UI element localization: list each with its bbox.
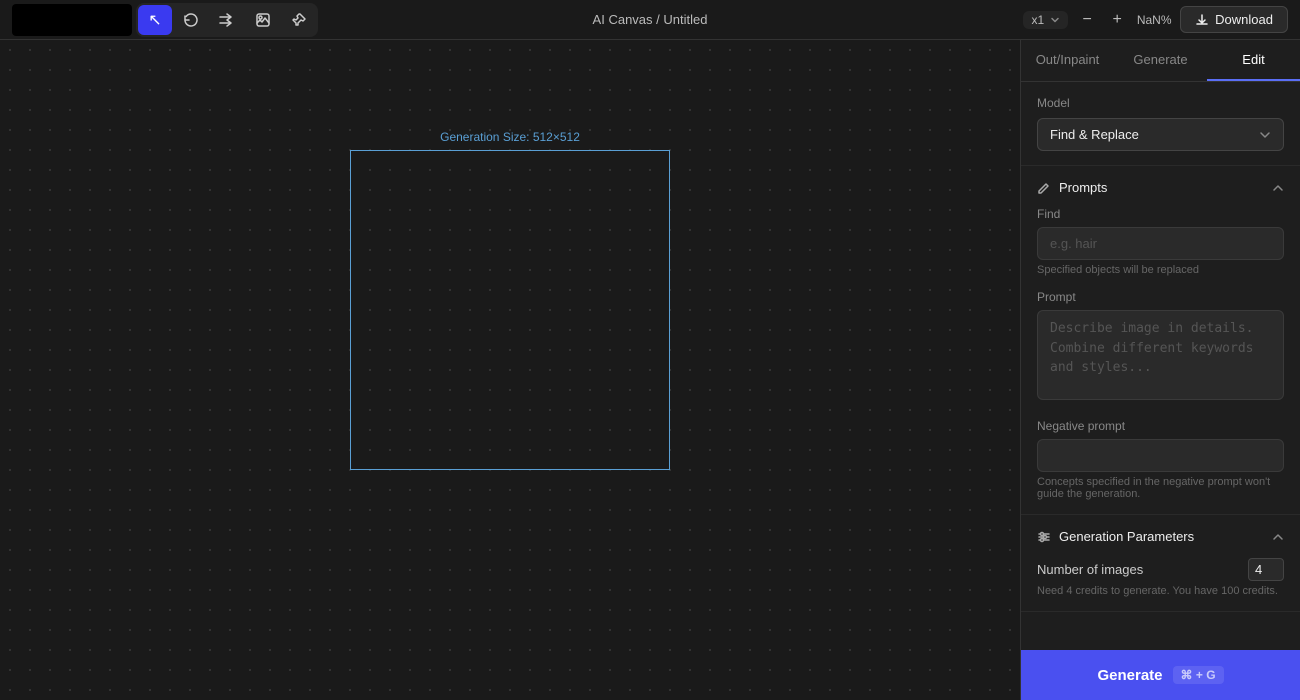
canvas-title: AI Canvas / Untitled xyxy=(593,12,708,27)
image-tool-button[interactable] xyxy=(246,5,280,35)
gen-params-chevron-icon[interactable] xyxy=(1272,531,1284,543)
zoom-level-label: x1 xyxy=(1031,13,1044,27)
prompts-label: Prompts xyxy=(1059,180,1107,195)
tab-generate[interactable]: Generate xyxy=(1114,40,1207,81)
logo xyxy=(12,4,132,36)
shuffle-tool-button[interactable] xyxy=(210,5,244,35)
zoom-in-button[interactable]: + xyxy=(1106,9,1128,31)
credits-hint: Need 4 credits to generate. You have 100… xyxy=(1037,585,1284,597)
generate-label: Generate xyxy=(1097,667,1162,684)
num-images-input[interactable] xyxy=(1248,558,1284,581)
panel-spacer xyxy=(1021,612,1300,650)
download-icon xyxy=(1195,13,1209,27)
tool-group: ↖ xyxy=(136,3,318,37)
find-label: Find xyxy=(1037,207,1284,221)
prompts-header: Prompts xyxy=(1037,180,1284,195)
generation-params-label: Generation Parameters xyxy=(1059,529,1194,544)
main: Generation Size: 512×512 Out/Inpaint Gen… xyxy=(0,40,1300,700)
negative-prompt-field-group: Negative prompt Disfigured, cartoon, blu… xyxy=(1037,419,1284,500)
generation-size-label: Generation Size: 512×512 xyxy=(440,130,580,144)
find-input[interactable] xyxy=(1037,227,1284,260)
generation-params-left: Generation Parameters xyxy=(1037,529,1194,544)
num-images-container: Number of images Need 4 credits to gener… xyxy=(1037,558,1284,597)
zoom-out-button[interactable]: − xyxy=(1076,9,1098,31)
prompt-field-group: Prompt xyxy=(1037,290,1284,405)
tab-edit[interactable]: Edit xyxy=(1207,40,1300,81)
topbar-right: x1 − + NaN% Download xyxy=(1023,6,1288,33)
generation-params-section: Generation Parameters Number of images N… xyxy=(1021,515,1300,612)
prompts-chevron-icon[interactable] xyxy=(1272,182,1284,194)
prompt-textarea[interactable] xyxy=(1037,310,1284,400)
zoom-percentage: NaN% xyxy=(1136,13,1172,27)
pin-tool-button[interactable] xyxy=(282,5,316,35)
prompts-header-left: Prompts xyxy=(1037,180,1107,195)
generation-box xyxy=(350,150,670,470)
num-images-row: Number of images xyxy=(1037,558,1284,581)
topbar-left: ↖ xyxy=(12,3,318,37)
panel-content: Model Find & Replace Prompts xyxy=(1021,82,1300,650)
find-field-group: Find Specified objects will be replaced xyxy=(1037,207,1284,276)
prompts-section: Prompts Find Specified objects will be r… xyxy=(1021,166,1300,515)
negative-prompt-hint: Concepts specified in the negative promp… xyxy=(1037,476,1284,500)
download-button[interactable]: Download xyxy=(1180,6,1288,33)
generate-shortcut: ⌘ + G xyxy=(1173,666,1224,684)
prompt-label: Prompt xyxy=(1037,290,1284,304)
num-images-label: Number of images xyxy=(1037,562,1143,577)
tab-out-inpaint[interactable]: Out/Inpaint xyxy=(1021,40,1114,81)
negative-prompt-label: Negative prompt xyxy=(1037,419,1284,433)
generate-button[interactable]: Generate ⌘ + G xyxy=(1021,650,1300,700)
negative-prompt-input[interactable]: Disfigured, cartoon, blurry, nude xyxy=(1037,439,1284,472)
model-label: Model xyxy=(1037,96,1284,110)
refresh-tool-button[interactable] xyxy=(174,5,208,35)
panel-tabs: Out/Inpaint Generate Edit xyxy=(1021,40,1300,82)
canvas-area[interactable]: Generation Size: 512×512 xyxy=(0,40,1020,700)
model-selected-value: Find & Replace xyxy=(1050,127,1139,142)
zoom-dropdown-icon xyxy=(1050,15,1060,25)
model-select[interactable]: Find & Replace xyxy=(1037,118,1284,151)
model-chevron-icon xyxy=(1259,129,1271,141)
pencil-icon xyxy=(1037,181,1051,195)
cursor-tool-button[interactable]: ↖ xyxy=(138,5,172,35)
model-section: Model Find & Replace xyxy=(1021,82,1300,166)
right-panel: Out/Inpaint Generate Edit Model Find & R… xyxy=(1020,40,1300,700)
sliders-icon xyxy=(1037,530,1051,544)
zoom-control[interactable]: x1 xyxy=(1023,11,1068,29)
generation-params-header[interactable]: Generation Parameters xyxy=(1037,529,1284,544)
topbar: ↖ xyxy=(0,0,1300,40)
find-hint: Specified objects will be replaced xyxy=(1037,264,1284,276)
